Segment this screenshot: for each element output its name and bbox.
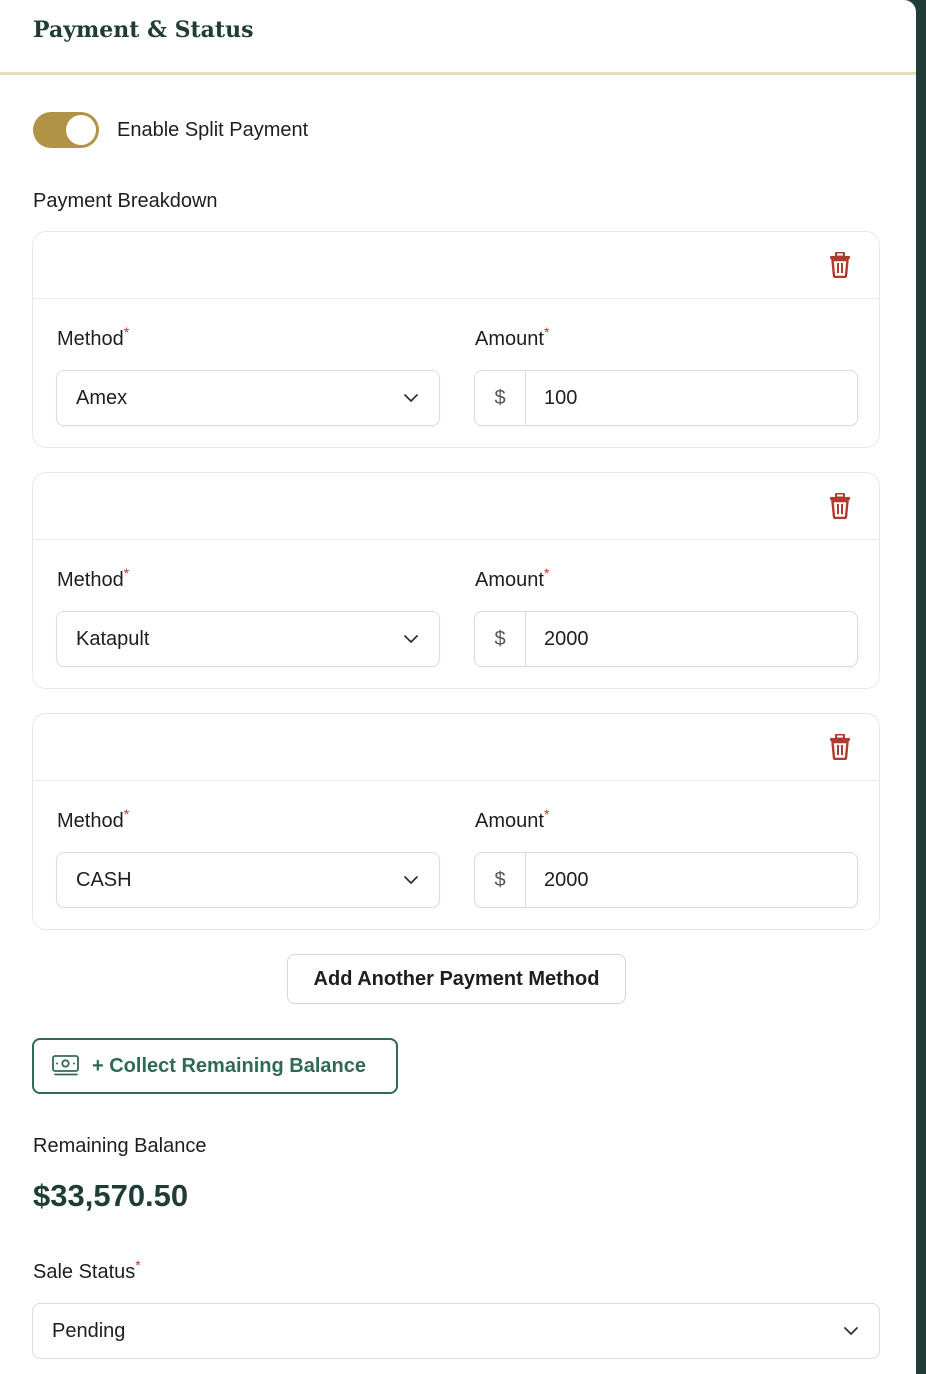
- amount-label: Amount*: [475, 806, 550, 832]
- method-label: Method*: [57, 806, 130, 832]
- chevron-down-icon: [404, 394, 418, 402]
- add-payment-method-button[interactable]: Add Another Payment Method: [287, 954, 626, 1004]
- collect-remaining-balance-button[interactable]: + Collect Remaining Balance: [32, 1038, 398, 1094]
- payment-card: Method* Amount* CASH $ 2000: [32, 713, 880, 930]
- payment-card: Method* Amount* Amex $ 100: [32, 231, 880, 448]
- method-select[interactable]: CASH: [56, 852, 440, 908]
- amount-value: 2000: [544, 868, 589, 891]
- panel-header: Payment & Status: [0, 0, 916, 75]
- trash-icon[interactable]: [829, 252, 851, 278]
- payment-card: Method* Amount* Katapult $ 2000: [32, 472, 880, 689]
- chevron-down-icon: [844, 1327, 858, 1335]
- amount-input[interactable]: $ 2000: [474, 852, 858, 908]
- method-value: Amex: [76, 386, 128, 409]
- sale-status-value: Pending: [52, 1319, 126, 1342]
- payment-card-header: [33, 232, 879, 299]
- amount-value: 100: [544, 386, 578, 409]
- method-select[interactable]: Katapult: [56, 611, 440, 667]
- collect-remaining-balance-label: + Collect Remaining Balance: [92, 1054, 366, 1077]
- split-payment-row: Enable Split Payment: [33, 112, 308, 148]
- currency-prefix: $: [475, 371, 526, 425]
- split-payment-toggle[interactable]: [33, 112, 99, 148]
- currency-prefix: $: [475, 612, 526, 666]
- amount-input[interactable]: $ 100: [474, 370, 858, 426]
- amount-value: 2000: [544, 627, 589, 650]
- method-value: CASH: [76, 868, 132, 891]
- toggle-knob: [66, 115, 96, 145]
- sale-status-label: Sale Status*: [33, 1257, 141, 1283]
- payment-card-header: [33, 714, 879, 781]
- amount-label: Amount*: [475, 324, 550, 350]
- trash-icon[interactable]: [829, 734, 851, 760]
- payment-status-panel: Payment & Status Enable Split Payment Pa…: [0, 0, 916, 1374]
- trash-icon[interactable]: [829, 493, 851, 519]
- chevron-down-icon: [404, 876, 418, 884]
- method-value: Katapult: [76, 627, 150, 650]
- currency-prefix: $: [475, 853, 526, 907]
- amount-label: Amount*: [475, 565, 550, 591]
- method-label: Method*: [57, 324, 130, 350]
- chevron-down-icon: [404, 635, 418, 643]
- split-payment-label: Enable Split Payment: [117, 118, 309, 141]
- method-label: Method*: [57, 565, 130, 591]
- cash-icon: [52, 1055, 79, 1076]
- payment-card-header: [33, 473, 879, 540]
- payment-breakdown-label: Payment Breakdown: [33, 190, 218, 212]
- remaining-balance-value: $33,570.50: [33, 1178, 189, 1213]
- remaining-balance-label: Remaining Balance: [33, 1135, 207, 1157]
- sale-status-select[interactable]: Pending: [32, 1303, 880, 1359]
- method-select[interactable]: Amex: [56, 370, 440, 426]
- page-title: Payment & Status: [33, 17, 254, 43]
- amount-input[interactable]: $ 2000: [474, 611, 858, 667]
